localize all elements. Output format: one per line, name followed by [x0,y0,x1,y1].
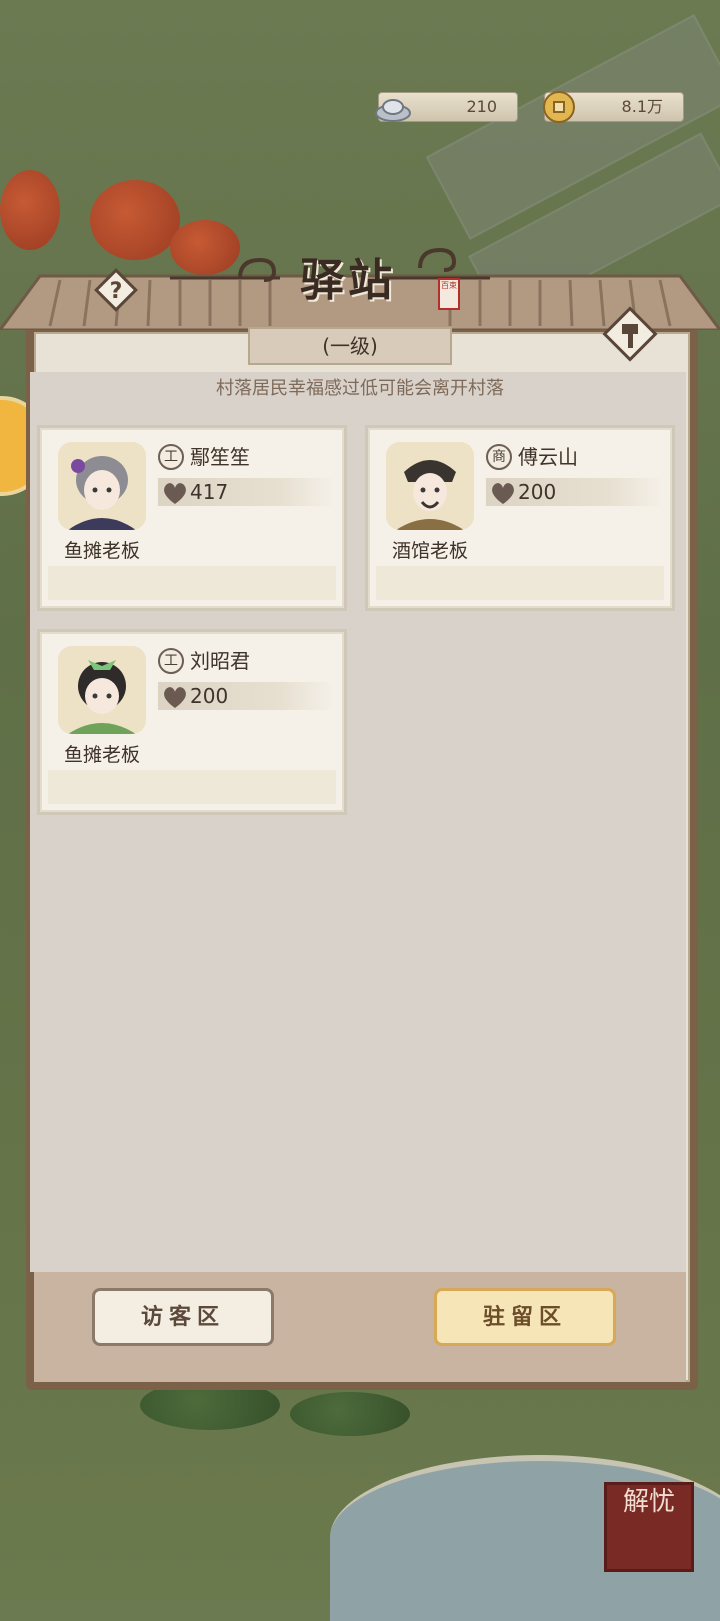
silver-counter[interactable]: 210 [375,92,518,122]
resident-occupation: 鱼摊老板 [64,744,141,766]
card-footer-strip [48,566,336,600]
coin-counter[interactable]: 8.1万 [543,91,684,123]
background-bush [290,1392,410,1436]
happiness-value: 200 [518,480,557,504]
tab-stay-area[interactable]: 驻留区 [434,1288,616,1346]
resident-card[interactable]: 工 刘昭君 200 鱼摊老板 [40,632,344,812]
silver-amount: 210 [466,97,497,116]
resident-occupation: 鱼摊老板 [64,540,141,562]
resident-card[interactable]: 商 傅云山 200 酒馆老板 [368,428,672,608]
worker-role-icon: 工 [158,648,184,674]
happiness-value: 417 [190,480,229,504]
solve-worries-button[interactable]: 解忧 [604,1482,694,1572]
help-button[interactable]: ? [94,268,138,312]
bearded-man-avatar [386,442,474,530]
resident-name: 傅云山 [518,445,578,469]
worker-role-icon: 工 [158,444,184,470]
coin-amount: 8.1万 [621,97,663,116]
card-footer-strip [48,770,336,804]
svg-text:?: ? [110,279,123,304]
card-footer-strip [376,566,664,600]
gray-haired-woman-avatar [58,442,146,530]
station-level: (一级) [322,334,378,358]
level-plate: (一级) [248,327,452,365]
resident-name: 刘昭君 [190,649,250,673]
happiness-heart-icon [492,483,514,504]
tab-visitor-area[interactable]: 访客区 [92,1288,274,1346]
title-seal: 百束 [438,278,460,310]
resident-card[interactable]: 工 鄢笙笙 417 鱼摊老板 [40,428,344,608]
merchant-role-icon: 商 [486,444,512,470]
happiness-heart-icon [164,483,186,504]
happiness-notice: 村落居民幸福感过低可能会离开村落 [216,378,504,399]
resident-occupation: 酒馆老板 [392,540,469,562]
background-maple-tree [0,170,60,250]
resident-name: 鄢笙笙 [190,445,250,469]
green-bow-girl-avatar [58,646,146,734]
upgrade-hammer-button[interactable] [600,304,660,364]
happiness-value: 200 [190,684,229,708]
happiness-heart-icon [164,687,186,708]
station-title: 驿站 [300,255,396,306]
